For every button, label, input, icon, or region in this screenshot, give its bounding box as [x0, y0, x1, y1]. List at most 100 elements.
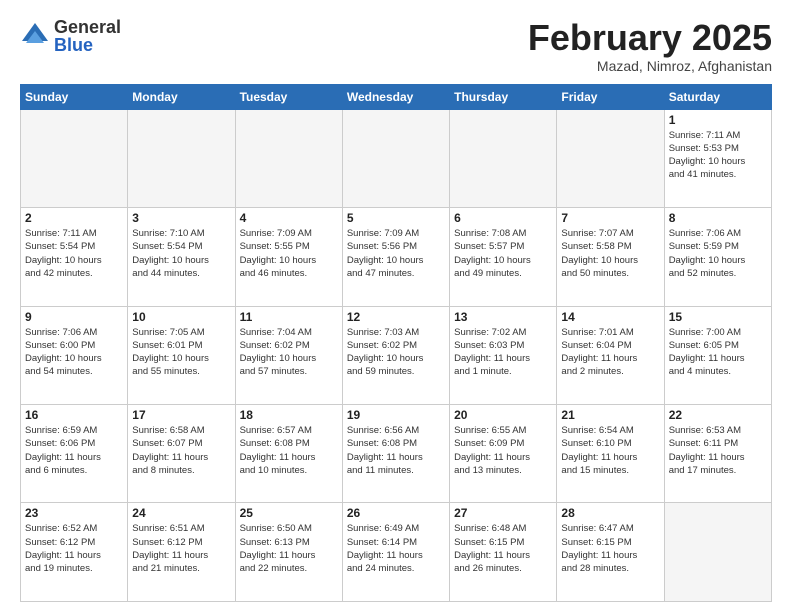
calendar-cell: 16Sunrise: 6:59 AM Sunset: 6:06 PM Dayli… [21, 405, 128, 503]
logo-general: General [54, 18, 121, 36]
calendar-cell [235, 109, 342, 207]
calendar-cell: 11 Sunrise: 7:04 AM Sunset: 6:02 PM Dayli… [235, 306, 342, 404]
day-number: 22 [669, 408, 767, 422]
calendar-cell: 20Sunrise: 6:55 AM Sunset: 6:09 PM Dayli… [450, 405, 557, 503]
day-number: 23 [25, 506, 123, 520]
calendar-cell: 22 Sunrise: 6:53 AM Sunset: 6:11 PM Dayli… [664, 405, 771, 503]
calendar-cell: 24 Sunrise: 6:51 AM Sunset: 6:12 PM Dayli… [128, 503, 235, 602]
day-info: Sunrise: 7:03 AM Sunset: 6:02 PM Dayligh… [347, 326, 445, 379]
day-info: Sunrise: 7:06 AM Sunset: 6:00 PM Dayligh… [25, 326, 123, 379]
calendar-cell [664, 503, 771, 602]
weekday-header: Monday [128, 84, 235, 109]
calendar-body: 1 Sunrise: 7:11 AM Sunset: 5:53 PM Daylig… [21, 109, 772, 601]
calendar-cell: 12Sunrise: 7:03 AM Sunset: 6:02 PM Dayli… [342, 306, 449, 404]
header: General Blue February 2025 Mazad, Nimroz… [20, 18, 772, 74]
calendar-cell: 19 Sunrise: 6:56 AM Sunset: 6:08 PM Dayli… [342, 405, 449, 503]
day-number: 3 [132, 211, 230, 225]
calendar-cell: 23 Sunrise: 6:52 AM Sunset: 6:12 PM Dayli… [21, 503, 128, 602]
day-number: 8 [669, 211, 767, 225]
calendar-cell [128, 109, 235, 207]
day-info: Sunrise: 6:53 AM Sunset: 6:11 PM Dayligh… [669, 424, 767, 477]
day-info: Sunrise: 7:09 AM Sunset: 5:55 PM Dayligh… [240, 227, 338, 280]
calendar-cell: 8 Sunrise: 7:06 AM Sunset: 5:59 PM Daylig… [664, 208, 771, 306]
calendar-cell: 7 Sunrise: 7:07 AM Sunset: 5:58 PM Daylig… [557, 208, 664, 306]
day-info: Sunrise: 6:54 AM Sunset: 6:10 PM Dayligh… [561, 424, 659, 477]
day-info: Sunrise: 7:06 AM Sunset: 5:59 PM Dayligh… [669, 227, 767, 280]
day-number: 13 [454, 310, 552, 324]
day-number: 2 [25, 211, 123, 225]
day-number: 18 [240, 408, 338, 422]
day-number: 11 [240, 310, 338, 324]
day-number: 6 [454, 211, 552, 225]
day-number: 9 [25, 310, 123, 324]
day-info: Sunrise: 7:07 AM Sunset: 5:58 PM Dayligh… [561, 227, 659, 280]
calendar-week-row: 23 Sunrise: 6:52 AM Sunset: 6:12 PM Dayli… [21, 503, 772, 602]
day-number: 27 [454, 506, 552, 520]
day-info: Sunrise: 6:59 AM Sunset: 6:06 PM Dayligh… [25, 424, 123, 477]
calendar-cell [342, 109, 449, 207]
day-info: Sunrise: 6:55 AM Sunset: 6:09 PM Dayligh… [454, 424, 552, 477]
day-info: Sunrise: 7:02 AM Sunset: 6:03 PM Dayligh… [454, 326, 552, 379]
day-info: Sunrise: 7:11 AM Sunset: 5:54 PM Dayligh… [25, 227, 123, 280]
calendar-cell: 3 Sunrise: 7:10 AM Sunset: 5:54 PM Daylig… [128, 208, 235, 306]
day-number: 5 [347, 211, 445, 225]
calendar-cell: 1 Sunrise: 7:11 AM Sunset: 5:53 PM Daylig… [664, 109, 771, 207]
day-number: 21 [561, 408, 659, 422]
calendar-cell: 2 Sunrise: 7:11 AM Sunset: 5:54 PM Daylig… [21, 208, 128, 306]
calendar-cell: 25 Sunrise: 6:50 AM Sunset: 6:13 PM Dayli… [235, 503, 342, 602]
calendar-cell: 14Sunrise: 7:01 AM Sunset: 6:04 PM Dayli… [557, 306, 664, 404]
calendar-week-row: 16Sunrise: 6:59 AM Sunset: 6:06 PM Dayli… [21, 405, 772, 503]
calendar-table: SundayMondayTuesdayWednesdayThursdayFrid… [20, 84, 772, 602]
calendar-cell [450, 109, 557, 207]
calendar-cell: 10 Sunrise: 7:05 AM Sunset: 6:01 PM Dayli… [128, 306, 235, 404]
day-info: Sunrise: 6:49 AM Sunset: 6:14 PM Dayligh… [347, 522, 445, 575]
day-number: 25 [240, 506, 338, 520]
day-info: Sunrise: 7:00 AM Sunset: 6:05 PM Dayligh… [669, 326, 767, 379]
day-info: Sunrise: 6:50 AM Sunset: 6:13 PM Dayligh… [240, 522, 338, 575]
weekday-header: Sunday [21, 84, 128, 109]
day-number: 10 [132, 310, 230, 324]
calendar-cell [557, 109, 664, 207]
day-number: 24 [132, 506, 230, 520]
month-title: February 2025 [528, 18, 772, 58]
weekday-header: Thursday [450, 84, 557, 109]
logo-blue: Blue [54, 36, 121, 54]
day-number: 7 [561, 211, 659, 225]
calendar-cell [21, 109, 128, 207]
calendar-cell: 27Sunrise: 6:48 AM Sunset: 6:15 PM Dayli… [450, 503, 557, 602]
day-number: 14 [561, 310, 659, 324]
day-info: Sunrise: 7:10 AM Sunset: 5:54 PM Dayligh… [132, 227, 230, 280]
day-info: Sunrise: 7:04 AM Sunset: 6:02 PM Dayligh… [240, 326, 338, 379]
calendar-week-row: 9 Sunrise: 7:06 AM Sunset: 6:00 PM Daylig… [21, 306, 772, 404]
logo: General Blue [20, 18, 121, 54]
calendar-cell: 9 Sunrise: 7:06 AM Sunset: 6:00 PM Daylig… [21, 306, 128, 404]
day-info: Sunrise: 6:56 AM Sunset: 6:08 PM Dayligh… [347, 424, 445, 477]
weekday-header: Wednesday [342, 84, 449, 109]
calendar-cell: 4 Sunrise: 7:09 AM Sunset: 5:55 PM Daylig… [235, 208, 342, 306]
calendar-cell: 18 Sunrise: 6:57 AM Sunset: 6:08 PM Dayli… [235, 405, 342, 503]
calendar-week-row: 1 Sunrise: 7:11 AM Sunset: 5:53 PM Daylig… [21, 109, 772, 207]
day-number: 15 [669, 310, 767, 324]
calendar-cell: 28Sunrise: 6:47 AM Sunset: 6:15 PM Dayli… [557, 503, 664, 602]
day-info: Sunrise: 6:51 AM Sunset: 6:12 PM Dayligh… [132, 522, 230, 575]
day-number: 1 [669, 113, 767, 127]
day-info: Sunrise: 6:57 AM Sunset: 6:08 PM Dayligh… [240, 424, 338, 477]
location-subtitle: Mazad, Nimroz, Afghanistan [528, 58, 772, 74]
day-number: 4 [240, 211, 338, 225]
weekday-header: Saturday [664, 84, 771, 109]
calendar-header-row: SundayMondayTuesdayWednesdayThursdayFrid… [21, 84, 772, 109]
day-info: Sunrise: 7:05 AM Sunset: 6:01 PM Dayligh… [132, 326, 230, 379]
day-info: Sunrise: 7:09 AM Sunset: 5:56 PM Dayligh… [347, 227, 445, 280]
logo-icon [20, 21, 50, 51]
calendar-cell: 5 Sunrise: 7:09 AM Sunset: 5:56 PM Daylig… [342, 208, 449, 306]
day-info: Sunrise: 7:11 AM Sunset: 5:53 PM Dayligh… [669, 129, 767, 182]
day-info: Sunrise: 6:52 AM Sunset: 6:12 PM Dayligh… [25, 522, 123, 575]
title-block: February 2025 Mazad, Nimroz, Afghanistan [528, 18, 772, 74]
day-number: 19 [347, 408, 445, 422]
calendar-cell: 6 Sunrise: 7:08 AM Sunset: 5:57 PM Daylig… [450, 208, 557, 306]
calendar-cell: 13 Sunrise: 7:02 AM Sunset: 6:03 PM Dayli… [450, 306, 557, 404]
weekday-header: Tuesday [235, 84, 342, 109]
calendar-week-row: 2 Sunrise: 7:11 AM Sunset: 5:54 PM Daylig… [21, 208, 772, 306]
day-info: Sunrise: 7:08 AM Sunset: 5:57 PM Dayligh… [454, 227, 552, 280]
day-number: 26 [347, 506, 445, 520]
